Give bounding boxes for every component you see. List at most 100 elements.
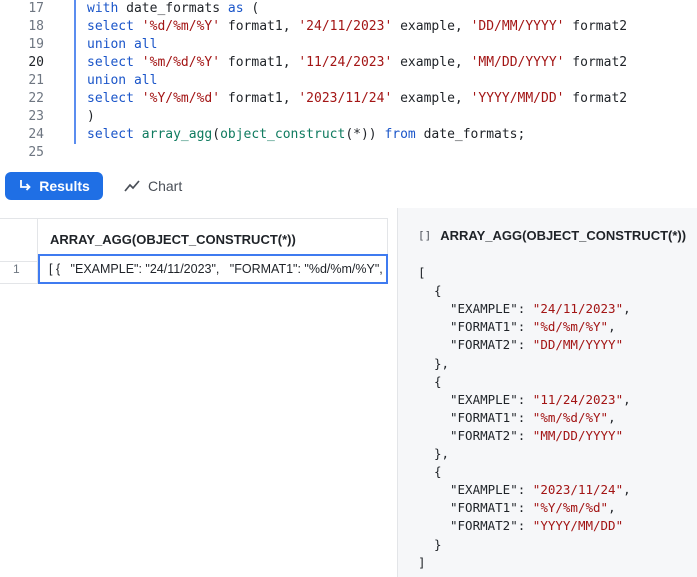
line-number: 22	[28, 91, 44, 106]
code-token: '%d/%m/%Y'	[141, 19, 221, 34]
code-token: date_formats;	[415, 127, 526, 142]
code-token: 'YYYY/MM/DD'	[470, 91, 565, 106]
json-colon: :	[517, 518, 533, 534]
code-line[interactable]: 23)	[0, 108, 697, 126]
code-token: format1,	[220, 55, 299, 70]
code-line[interactable]: 18 select '%d/%m/%Y' format1, '24/11/2023…	[0, 18, 697, 36]
json-value: "2023/11/24"	[532, 482, 624, 498]
line-number: 18	[28, 19, 44, 34]
code-token: example,	[392, 91, 471, 106]
code-line[interactable]: 19 union all	[0, 36, 697, 54]
results-tab-button[interactable]: Results	[5, 172, 103, 200]
json-colon: :	[517, 391, 533, 407]
json-value: "DD/MM/YYYY"	[532, 337, 624, 353]
json-bracket: [	[418, 265, 426, 280]
cell-detail-panel: [] ARRAY_AGG(OBJECT_CONSTRUCT(*)) [{"EXA…	[397, 208, 697, 577]
json-line: {	[434, 463, 442, 481]
json-key: "FORMAT1"	[450, 409, 518, 425]
code-token: union all	[87, 37, 158, 52]
code-token: select	[87, 19, 134, 34]
json-line: "FORMAT1": "%Y/%m/%d",	[450, 499, 616, 517]
json-key: "FORMAT2"	[450, 337, 518, 353]
json-bracket: },	[434, 446, 450, 461]
code-line[interactable]: 25	[0, 144, 697, 162]
sql-editor[interactable]: 17 with date_formats as (18 select '%d/%m/…	[0, 0, 697, 162]
result-cell-selected[interactable]: [ { "EXAMPLE": "24/11/2023", "FORMAT1": …	[38, 254, 388, 284]
json-comma: ,	[623, 301, 631, 317]
line-chart-icon	[124, 180, 140, 192]
code-text: )	[87, 108, 95, 126]
json-line: {	[434, 373, 442, 391]
code-token: format2	[564, 19, 628, 34]
code-text: select '%d/%m/%Y' format1, '24/11/2023' …	[87, 18, 627, 36]
json-bracket: {	[434, 283, 442, 299]
line-number: 24	[28, 127, 44, 142]
json-line: "FORMAT2": "DD/MM/YYYY"	[450, 336, 623, 354]
code-token: example,	[392, 55, 471, 70]
code-line[interactable]: 24 select array_agg(object_construct(*)) …	[0, 126, 697, 144]
chart-tab-button[interactable]: Chart	[118, 172, 188, 200]
json-bracket: }	[434, 536, 442, 552]
code-line[interactable]: 22 select '%Y/%m/%d' format1, '2023/11/24…	[0, 90, 697, 108]
json-key: "EXAMPLE"	[450, 301, 518, 317]
code-token: format1,	[220, 91, 299, 106]
json-comma: ,	[608, 500, 616, 516]
json-colon: :	[517, 409, 533, 425]
json-value: "YYYY/MM/DD"	[532, 518, 624, 534]
json-line: "FORMAT1": "%d/%m/%Y",	[450, 318, 616, 336]
line-number: 17	[28, 1, 44, 16]
json-line: ]	[418, 554, 426, 572]
json-colon: :	[517, 482, 533, 498]
code-token: (*))	[345, 127, 385, 142]
code-token: '11/24/2023'	[298, 55, 393, 70]
json-key: "FORMAT1"	[450, 319, 518, 335]
json-bracket: {	[434, 373, 442, 389]
json-value: "11/24/2023"	[532, 391, 624, 407]
code-token: )	[87, 109, 95, 124]
code-line[interactable]: 21 union all	[0, 72, 697, 90]
json-key: "FORMAT2"	[450, 518, 518, 534]
json-line: {	[434, 282, 442, 300]
json-colon: :	[517, 337, 533, 353]
json-colon: :	[517, 319, 533, 335]
results-tab-label: Results	[39, 178, 90, 194]
code-text: union all	[87, 72, 157, 90]
json-colon: :	[517, 301, 533, 317]
code-token: (	[243, 1, 260, 16]
code-text: select array_agg(object_construct(*)) fr…	[87, 126, 525, 144]
line-number: 25	[28, 145, 44, 160]
line-number: 19	[28, 37, 44, 52]
detail-title: ARRAY_AGG(OBJECT_CONSTRUCT(*))	[440, 228, 687, 243]
code-line[interactable]: 20 select '%m/%d/%Y' format1, '11/24/2023…	[0, 54, 697, 72]
code-line[interactable]: 17 with date_formats as (	[0, 0, 697, 18]
chart-tab-label: Chart	[148, 178, 183, 194]
code-token: from	[384, 127, 416, 142]
json-line: "FORMAT2": "YYYY/MM/DD"	[450, 517, 623, 535]
json-colon: :	[517, 500, 533, 516]
code-token: select	[87, 55, 134, 70]
json-line: "FORMAT2": "MM/DD/YYYY"	[450, 427, 623, 445]
code-text: select '%m/%d/%Y' format1, '11/24/2023' …	[87, 54, 627, 72]
json-colon: :	[517, 427, 533, 443]
line-number: 20	[28, 55, 44, 70]
json-value: "24/11/2023"	[532, 301, 624, 317]
code-token: '2023/11/24'	[298, 91, 393, 106]
code-token: as	[227, 1, 244, 16]
code-token: '%Y/%m/%d'	[141, 91, 221, 106]
json-key: "FORMAT1"	[450, 500, 518, 516]
json-comma: ,	[608, 319, 616, 335]
code-token: array_agg	[141, 127, 213, 142]
json-key: "EXAMPLE"	[450, 482, 518, 498]
json-line: },	[434, 355, 449, 373]
json-bracket: {	[434, 464, 442, 480]
code-token: with	[87, 1, 119, 16]
json-value: "%m/%d/%Y"	[532, 409, 609, 425]
code-text: with date_formats as (	[87, 0, 259, 18]
result-grid: ARRAY_AGG(OBJECT_CONSTRUCT(*)) 1 [ { "EX…	[0, 208, 397, 577]
code-token: date_formats	[118, 1, 228, 16]
code-text: select '%Y/%m/%d' format1, '2023/11/24' …	[87, 90, 627, 108]
